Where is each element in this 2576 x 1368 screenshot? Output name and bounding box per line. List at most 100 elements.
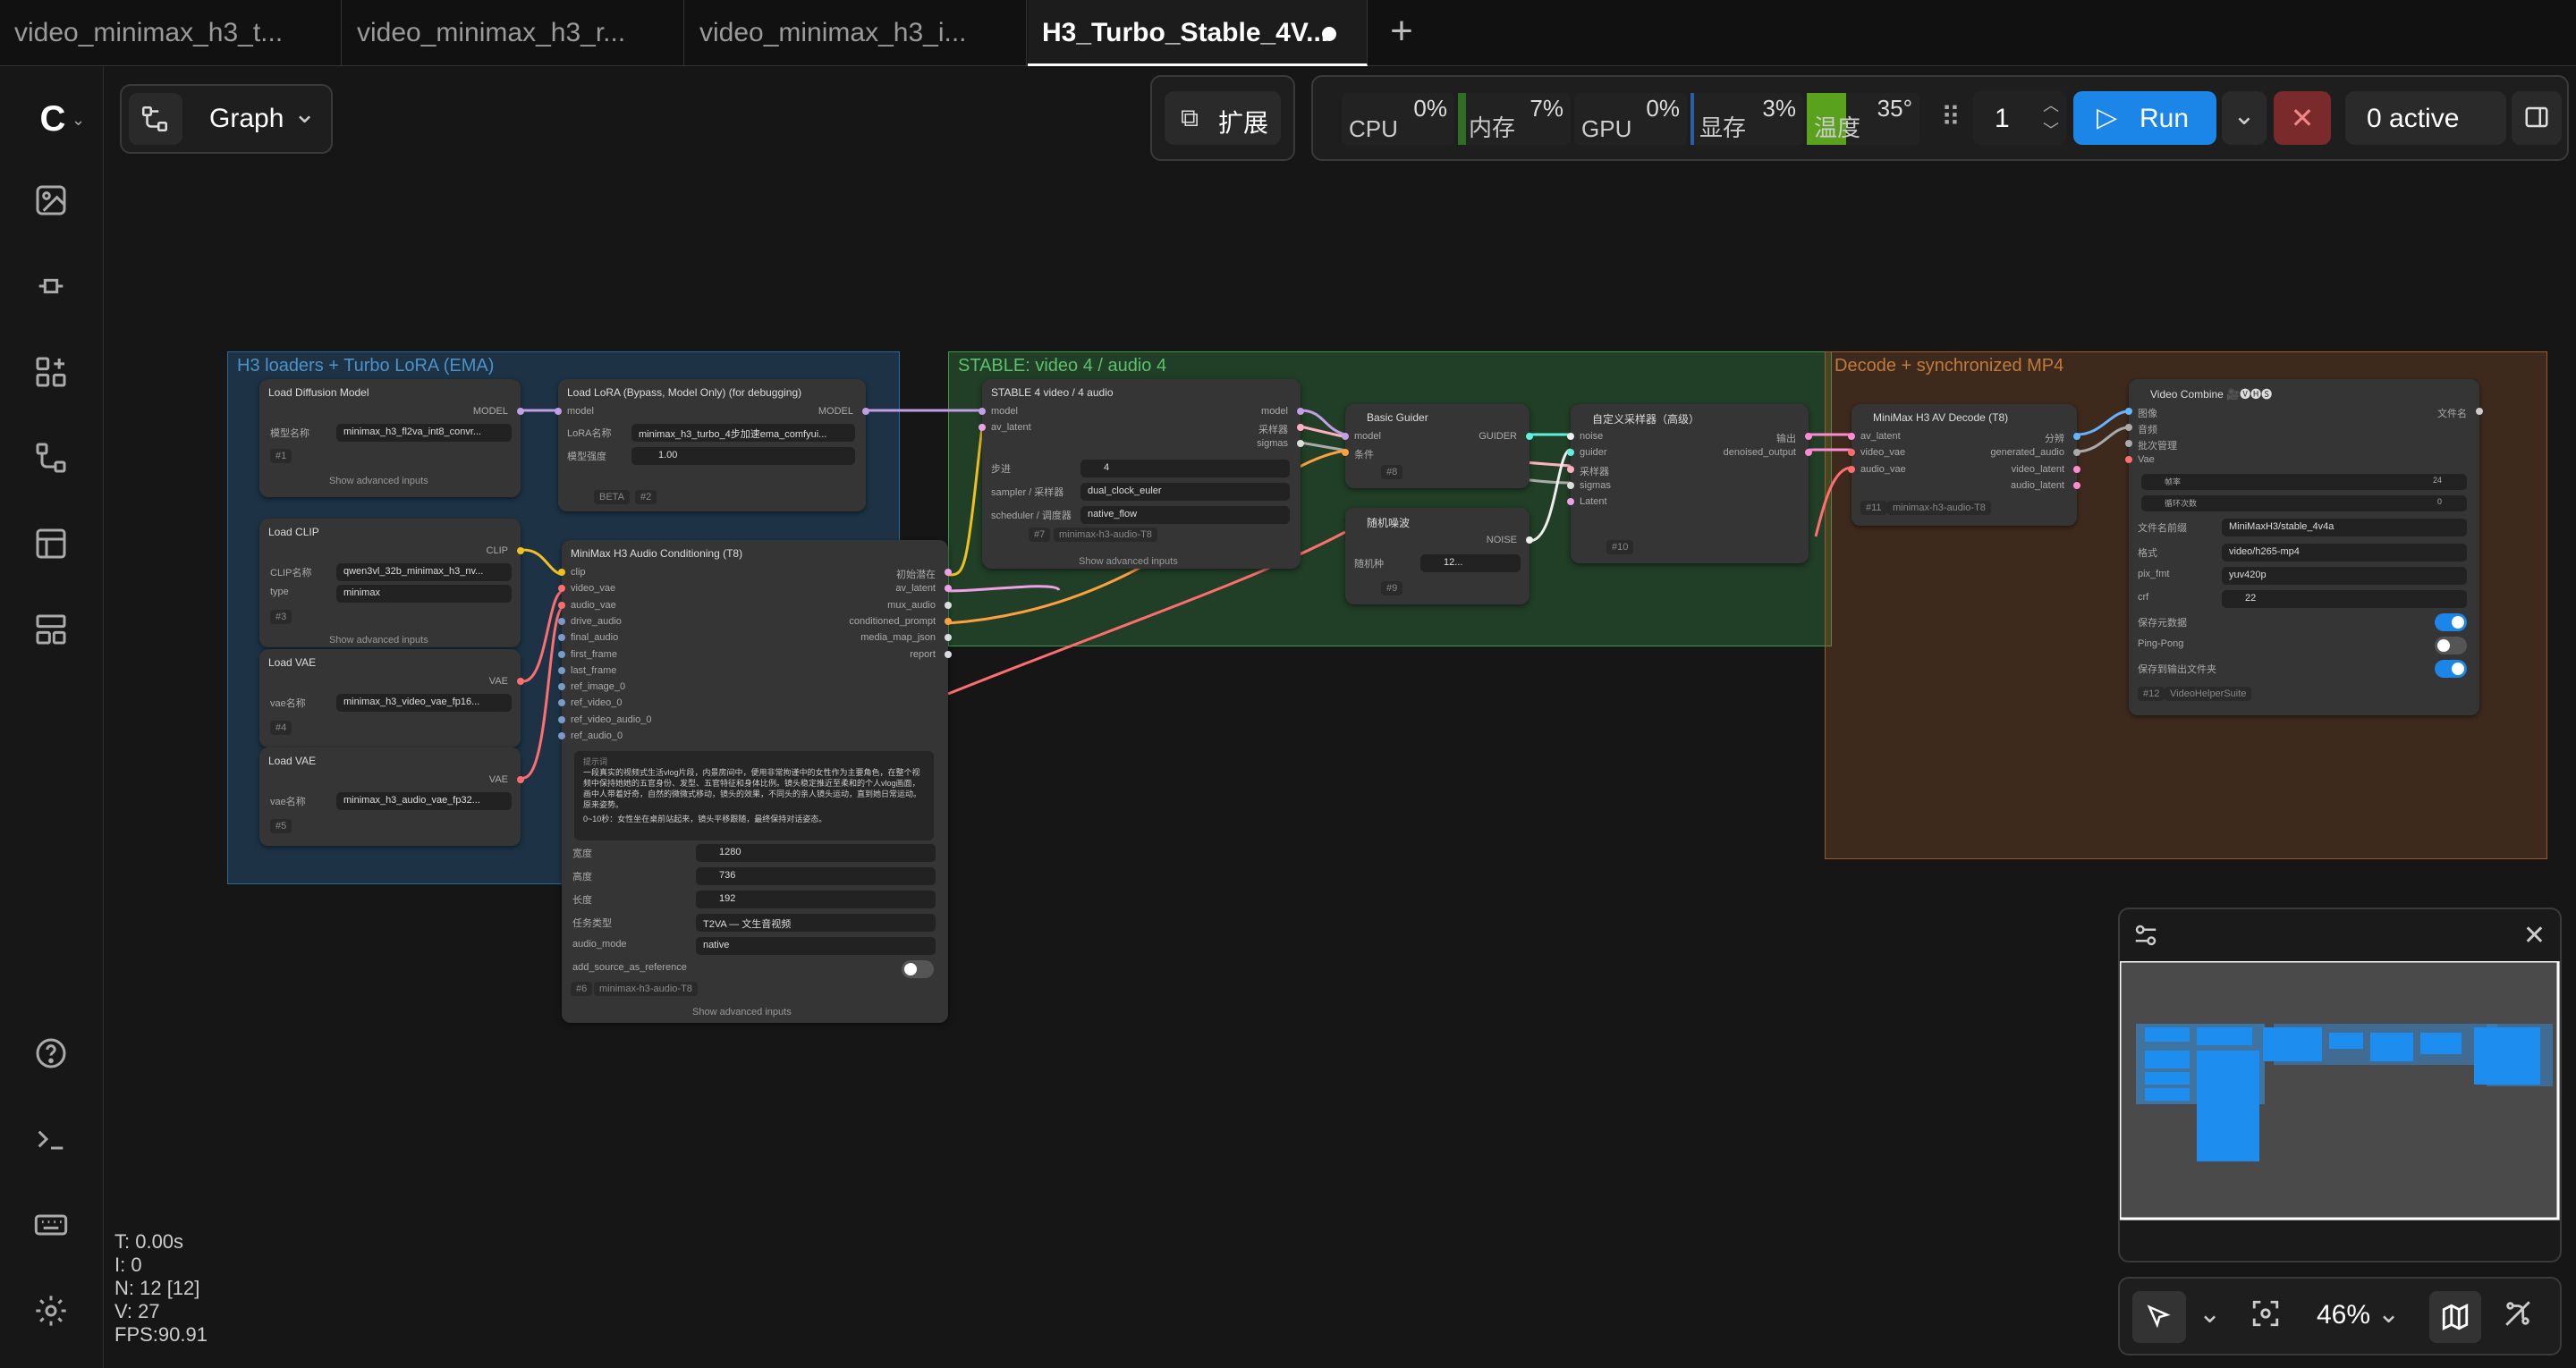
output-slot[interactable] [945, 569, 952, 576]
save-output-toggle[interactable] [2435, 660, 2467, 678]
close-icon[interactable]: ✕ [2523, 920, 2546, 951]
node-custom-sampler-advanced[interactable]: 自定义采样器（高级） noise guider 采样器 sigmas Latent 输出… [1567, 404, 1812, 563]
format-select[interactable]: video/h265-mp4 [2222, 544, 2467, 562]
ping-pong-toggle[interactable] [2435, 637, 2467, 654]
task-type-select[interactable]: T2VA — 文生音视频 [696, 914, 936, 932]
crf-input[interactable]: 22 [2222, 590, 2467, 608]
steps-input[interactable]: 4 [1080, 460, 1290, 477]
input-slot[interactable] [1342, 433, 1349, 440]
model-name-select[interactable]: minimax_h3_fl2va_int8_convr... [336, 424, 512, 442]
clip-type-select[interactable]: minimax [336, 585, 512, 603]
input-slot[interactable] [558, 732, 565, 739]
advanced-inputs-toggle[interactable]: Show advanced inputs [692, 1007, 792, 1018]
output-slot[interactable] [517, 408, 524, 415]
input-slot[interactable] [555, 408, 562, 415]
input-slot[interactable] [558, 683, 565, 691]
input-slot[interactable] [558, 715, 565, 723]
chevron-down-icon[interactable]: ⌄ [2377, 1298, 2400, 1330]
input-slot[interactable] [558, 666, 565, 674]
node-load-vae-audio[interactable]: Load VAE VAE vae名称 minimax_h3_audio_vae_… [259, 747, 524, 846]
input-slot[interactable] [558, 601, 565, 609]
input-slot[interactable] [979, 408, 986, 415]
output-slot[interactable] [945, 601, 952, 609]
node-load-lora[interactable]: Load LoRA (Bypass, Model Only) (for debu… [555, 379, 869, 511]
input-slot[interactable] [1567, 498, 1574, 506]
output-slot[interactable] [517, 776, 524, 783]
output-slot[interactable] [1526, 536, 1533, 544]
node-av-decode[interactable]: MiniMax H3 AV Decode (T8) av_latent video… [1848, 404, 2080, 526]
select-tool-icon[interactable] [2132, 1291, 2186, 1343]
minimap-panel[interactable]: ✕ [2118, 908, 2562, 1262]
input-slot[interactable] [2125, 440, 2132, 447]
output-slot[interactable] [517, 678, 524, 685]
input-slot[interactable] [1848, 433, 1855, 440]
sampler-select[interactable]: dual_clock_euler [1080, 483, 1290, 501]
length-input[interactable]: 192 [696, 891, 936, 908]
node-random-noise[interactable]: 随机噪波 NOISE 随机种 12... #9 [1345, 508, 1533, 604]
audio-mode-select[interactable]: native [696, 937, 936, 955]
node-audio-conditioning[interactable]: MiniMax H3 Audio Conditioning (T8) clip v… [558, 540, 952, 1023]
width-input[interactable]: 1280 [696, 844, 936, 862]
input-slot[interactable] [1848, 465, 1855, 473]
clip-name-select[interactable]: qwen3vl_32b_minimax_h3_nv... [336, 563, 512, 581]
link-visibility-icon[interactable] [2503, 1298, 2533, 1333]
vae-name-select[interactable]: minimax_h3_video_vae_fp16... [336, 694, 512, 712]
node-load-diffusion-model[interactable]: Load Diffusion Model MODEL 模型名称 minimax_… [259, 379, 524, 497]
advanced-inputs-toggle[interactable]: Show advanced inputs [1079, 556, 1178, 567]
save-metadata-toggle[interactable] [2435, 613, 2467, 631]
node-load-clip[interactable]: Load CLIP CLIP CLIP名称 qwen3vl_32b_minima… [259, 519, 524, 647]
output-slot[interactable] [1526, 433, 1533, 440]
output-slot[interactable] [1297, 440, 1304, 447]
lora-name-select[interactable]: minimax_h3_turbo_4步加速ema_comfyui... [631, 424, 855, 442]
fit-view-icon[interactable] [2250, 1298, 2281, 1333]
node-stable-sampler-config[interactable]: STABLE 4 video / 4 audio model av_latent… [979, 379, 1304, 569]
input-slot[interactable] [2125, 424, 2132, 431]
zoom-level[interactable]: 46% [2317, 1300, 2370, 1330]
seed-input[interactable]: 12... [1420, 554, 1521, 572]
input-slot[interactable] [2125, 456, 2132, 463]
node-load-vae-video[interactable]: Load VAE VAE vae名称 minimax_h3_video_vae_… [259, 649, 524, 747]
node-basic-guider[interactable]: Basic Guider model 条件 GUIDER #8 [1342, 404, 1533, 488]
output-slot[interactable] [517, 547, 524, 554]
output-slot[interactable] [945, 617, 952, 625]
output-slot[interactable] [1805, 433, 1812, 440]
input-slot[interactable] [558, 634, 565, 642]
output-slot[interactable] [2476, 408, 2483, 415]
filename-prefix-input[interactable]: MiniMaxH3/stable_4v4a [2222, 519, 2467, 536]
output-slot[interactable] [945, 650, 952, 658]
scheduler-select[interactable]: native_flow [1080, 506, 1290, 524]
minimap-toggle-icon[interactable] [2429, 1291, 2481, 1343]
input-slot[interactable] [1567, 449, 1574, 457]
input-slot[interactable] [1848, 449, 1855, 457]
output-slot[interactable] [862, 408, 869, 415]
input-slot[interactable] [558, 699, 565, 707]
input-slot[interactable] [1342, 449, 1349, 456]
input-slot[interactable] [558, 569, 565, 576]
advanced-inputs-toggle[interactable]: Show advanced inputs [329, 635, 428, 646]
input-slot[interactable] [979, 424, 986, 431]
input-slot[interactable] [1567, 465, 1574, 473]
add-source-reference-toggle[interactable] [902, 960, 934, 978]
loop-count-slider[interactable]: 循环次数 0 [2141, 495, 2467, 511]
chevron-down-icon[interactable]: ⌄ [2199, 1298, 2221, 1330]
input-slot[interactable] [558, 650, 565, 658]
input-slot[interactable] [1567, 481, 1574, 489]
advanced-inputs-toggle[interactable]: Show advanced inputs [329, 476, 428, 486]
input-slot[interactable] [2125, 408, 2132, 415]
input-slot[interactable] [558, 617, 565, 625]
minimap-viewport[interactable] [2118, 959, 2560, 1220]
output-slot[interactable] [2073, 481, 2080, 489]
prompt-textarea[interactable]: 提示词 一段真实的视频式生活vlog片段，内景房间中，便用非常拘谨中的女性作为主… [574, 751, 934, 840]
output-slot[interactable] [1297, 408, 1304, 415]
output-slot[interactable] [2073, 465, 2080, 473]
node-video-combine[interactable]: Video Combine 🎥🅥🅗🅢 图像 音频 批次管理 Vae 文件名 帧率 24… [2125, 379, 2483, 715]
height-input[interactable]: 736 [696, 867, 936, 885]
minimap-settings-icon[interactable] [2132, 922, 2159, 955]
input-slot[interactable] [558, 585, 565, 593]
strength-input[interactable]: 1.00 [631, 447, 855, 465]
output-slot[interactable] [1297, 424, 1304, 431]
input-slot[interactable] [1567, 433, 1574, 440]
frame-rate-slider[interactable]: 帧率 24 [2141, 474, 2467, 490]
vae-name-select[interactable]: minimax_h3_audio_vae_fp32... [336, 792, 512, 810]
pix-fmt-select[interactable]: yuv420p [2222, 567, 2467, 585]
